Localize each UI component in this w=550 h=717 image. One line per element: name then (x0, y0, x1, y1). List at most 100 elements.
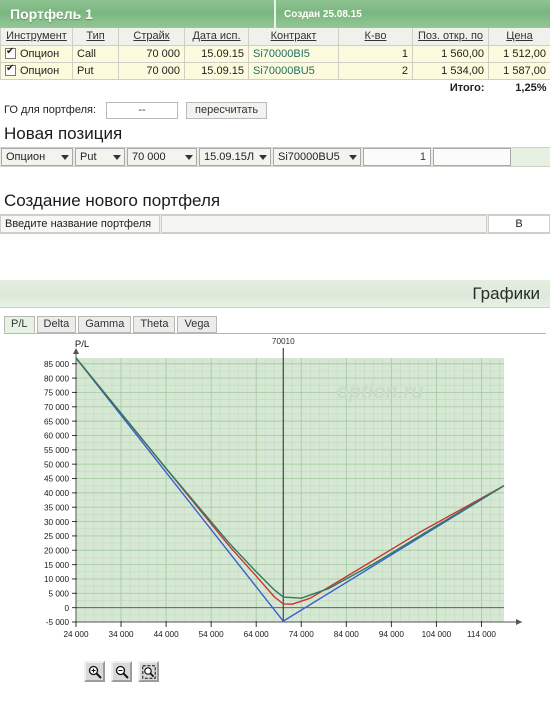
zoom-fit-icon[interactable] (138, 661, 159, 682)
chevron-down-icon (113, 155, 121, 160)
chevron-down-icon (185, 155, 193, 160)
svg-text:25 000: 25 000 (44, 532, 69, 541)
row-price: 1 587,00 (488, 61, 550, 80)
row-qty[interactable]: 1 (338, 44, 413, 63)
new-position-row: Опцион Put 70 000 15.09.15Л Si70000BU5 1 (0, 147, 550, 167)
new-position-type-select[interactable]: Put (75, 148, 125, 166)
tab-gamma[interactable]: Gamma (78, 316, 132, 333)
col-type[interactable]: Тип (72, 28, 119, 46)
row-instrument-cell: Опцион (0, 61, 73, 80)
margin-input[interactable] (106, 101, 179, 119)
zoom-in-icon[interactable] (84, 661, 105, 682)
total-value: 1,25% (488, 79, 550, 96)
tab-theta[interactable]: Theta (133, 316, 176, 333)
new-position-strike-select[interactable]: 70 000 (127, 148, 197, 166)
svg-text:30 000: 30 000 (44, 518, 69, 527)
create-portfolio-button[interactable]: В (488, 215, 550, 233)
new-position-contract-select[interactable]: Si70000BU5 (273, 148, 361, 166)
row-qty[interactable]: 2 (338, 61, 413, 80)
col-instrument[interactable]: Инструмент (0, 28, 73, 46)
svg-text:70010: 70010 (272, 337, 295, 346)
spacer-after-new-position (0, 167, 550, 189)
col-type-label: Тип (86, 30, 105, 43)
table-row[interactable]: Опцион Call 70 000 15.09.15 Si70000BI5 1… (0, 44, 550, 63)
svg-text:5 000: 5 000 (49, 590, 70, 599)
row-instrument-cell: Опцион (0, 44, 73, 63)
new-position-price-input[interactable] (433, 148, 511, 166)
col-price[interactable]: Цена (488, 28, 550, 46)
svg-text:45 000: 45 000 (44, 475, 69, 484)
portfolio-name-input[interactable] (161, 215, 487, 233)
row-instrument-label: Опцион (20, 47, 60, 60)
portfolio-created-label: Создан 25.08.15 (284, 8, 362, 20)
create-portfolio-heading: Создание нового портфеля (4, 191, 221, 210)
svg-text:15 000: 15 000 (44, 561, 69, 570)
tab-vega[interactable]: Vega (177, 316, 217, 333)
row-contract: Si70000BI5 (248, 44, 339, 63)
row-expiry: 15.09.15 (184, 61, 249, 80)
row-strike: 70 000 (118, 44, 185, 63)
col-expiry[interactable]: Дата исп. (184, 28, 249, 46)
chevron-down-icon (259, 155, 267, 160)
new-position-expiry-value: 15.09.15Л (204, 151, 255, 163)
total-label: Итого: (412, 79, 489, 96)
portfolio-created-block: Создан 25.08.15 (276, 0, 550, 28)
spacer-before-graphs (0, 234, 550, 280)
svg-text:10 000: 10 000 (44, 575, 69, 584)
zoom-out-icon[interactable] (111, 661, 132, 682)
svg-text:40 000: 40 000 (44, 489, 69, 498)
row-checkbox[interactable] (5, 63, 16, 76)
svg-text:64 000: 64 000 (244, 630, 269, 639)
chevron-down-icon (61, 155, 69, 160)
tab-delta[interactable]: Delta (36, 316, 77, 333)
new-position-strike-value: 70 000 (132, 151, 166, 163)
new-position-expiry-select[interactable]: 15.09.15Л (199, 148, 271, 166)
chevron-down-icon (349, 155, 357, 160)
totals-row: Итого: 1,25% (0, 79, 550, 96)
col-instrument-label: Инструмент (6, 30, 67, 43)
svg-text:114 000: 114 000 (467, 630, 496, 639)
new-position-heading: Новая позиция (4, 124, 123, 143)
svg-text:50 000: 50 000 (44, 460, 69, 469)
new-position-instrument-select[interactable]: Опцион (1, 148, 73, 166)
svg-text:35 000: 35 000 (44, 503, 69, 512)
col-contract-label: Контракт (270, 30, 317, 43)
recalculate-button[interactable]: пересчитать (186, 101, 268, 119)
row-type: Call (72, 44, 119, 63)
new-position-type-value: Put (80, 151, 97, 163)
svg-text:54 000: 54 000 (199, 630, 224, 639)
svg-text:option.ru: option.ru (337, 381, 424, 403)
pl-chart: option.ru -5 000 0 5 000 10 000 15 000 20 000 2… (0, 334, 550, 684)
svg-text:74 000: 74 000 (289, 630, 314, 639)
table-row[interactable]: Опцион Put 70 000 15.09.15 Si70000BU5 2 … (0, 61, 550, 80)
row-checkbox[interactable] (5, 46, 16, 59)
svg-text:85 000: 85 000 (44, 360, 69, 369)
col-open-at[interactable]: Поз. откр. по (412, 28, 489, 46)
col-contract[interactable]: Контракт (248, 28, 339, 46)
graphs-banner: Графики (0, 280, 550, 308)
row-open-at: 1 560,00 (412, 44, 489, 63)
create-portfolio-row: Введите название портфеля В (0, 214, 550, 234)
pl-chart-svg: option.ru -5 000 0 5 000 10 000 15 000 20 000 2… (44, 337, 522, 639)
col-qty-label: К-во (364, 30, 387, 43)
svg-text:0: 0 (64, 604, 69, 613)
row-instrument-label: Опцион (20, 64, 60, 77)
col-strike[interactable]: Страйк (118, 28, 185, 46)
svg-text:104 000: 104 000 (422, 630, 452, 639)
positions-table: Инструмент Тип Страйк Дата исп. Контракт… (0, 28, 550, 96)
col-qty[interactable]: К-во (338, 28, 413, 46)
svg-text:20 000: 20 000 (44, 546, 69, 555)
tab-pl[interactable]: P/L (4, 316, 35, 333)
row-contract: Si70000BU5 (248, 61, 339, 80)
new-position-qty-input[interactable]: 1 (363, 148, 431, 166)
svg-text:65 000: 65 000 (44, 417, 69, 426)
svg-text:-5 000: -5 000 (46, 618, 70, 627)
col-price-label: Цена (506, 30, 533, 43)
svg-text:75 000: 75 000 (44, 389, 69, 398)
svg-text:70 000: 70 000 (44, 403, 69, 412)
svg-text:80 000: 80 000 (44, 374, 69, 383)
margin-label: ГО для портфеля: (4, 104, 97, 116)
positions-header-row: Инструмент Тип Страйк Дата исп. Контракт… (0, 28, 550, 46)
portfolio-titlebar: Портфель 1 Создан 25.08.15 (0, 0, 550, 28)
svg-text:44 000: 44 000 (154, 630, 179, 639)
